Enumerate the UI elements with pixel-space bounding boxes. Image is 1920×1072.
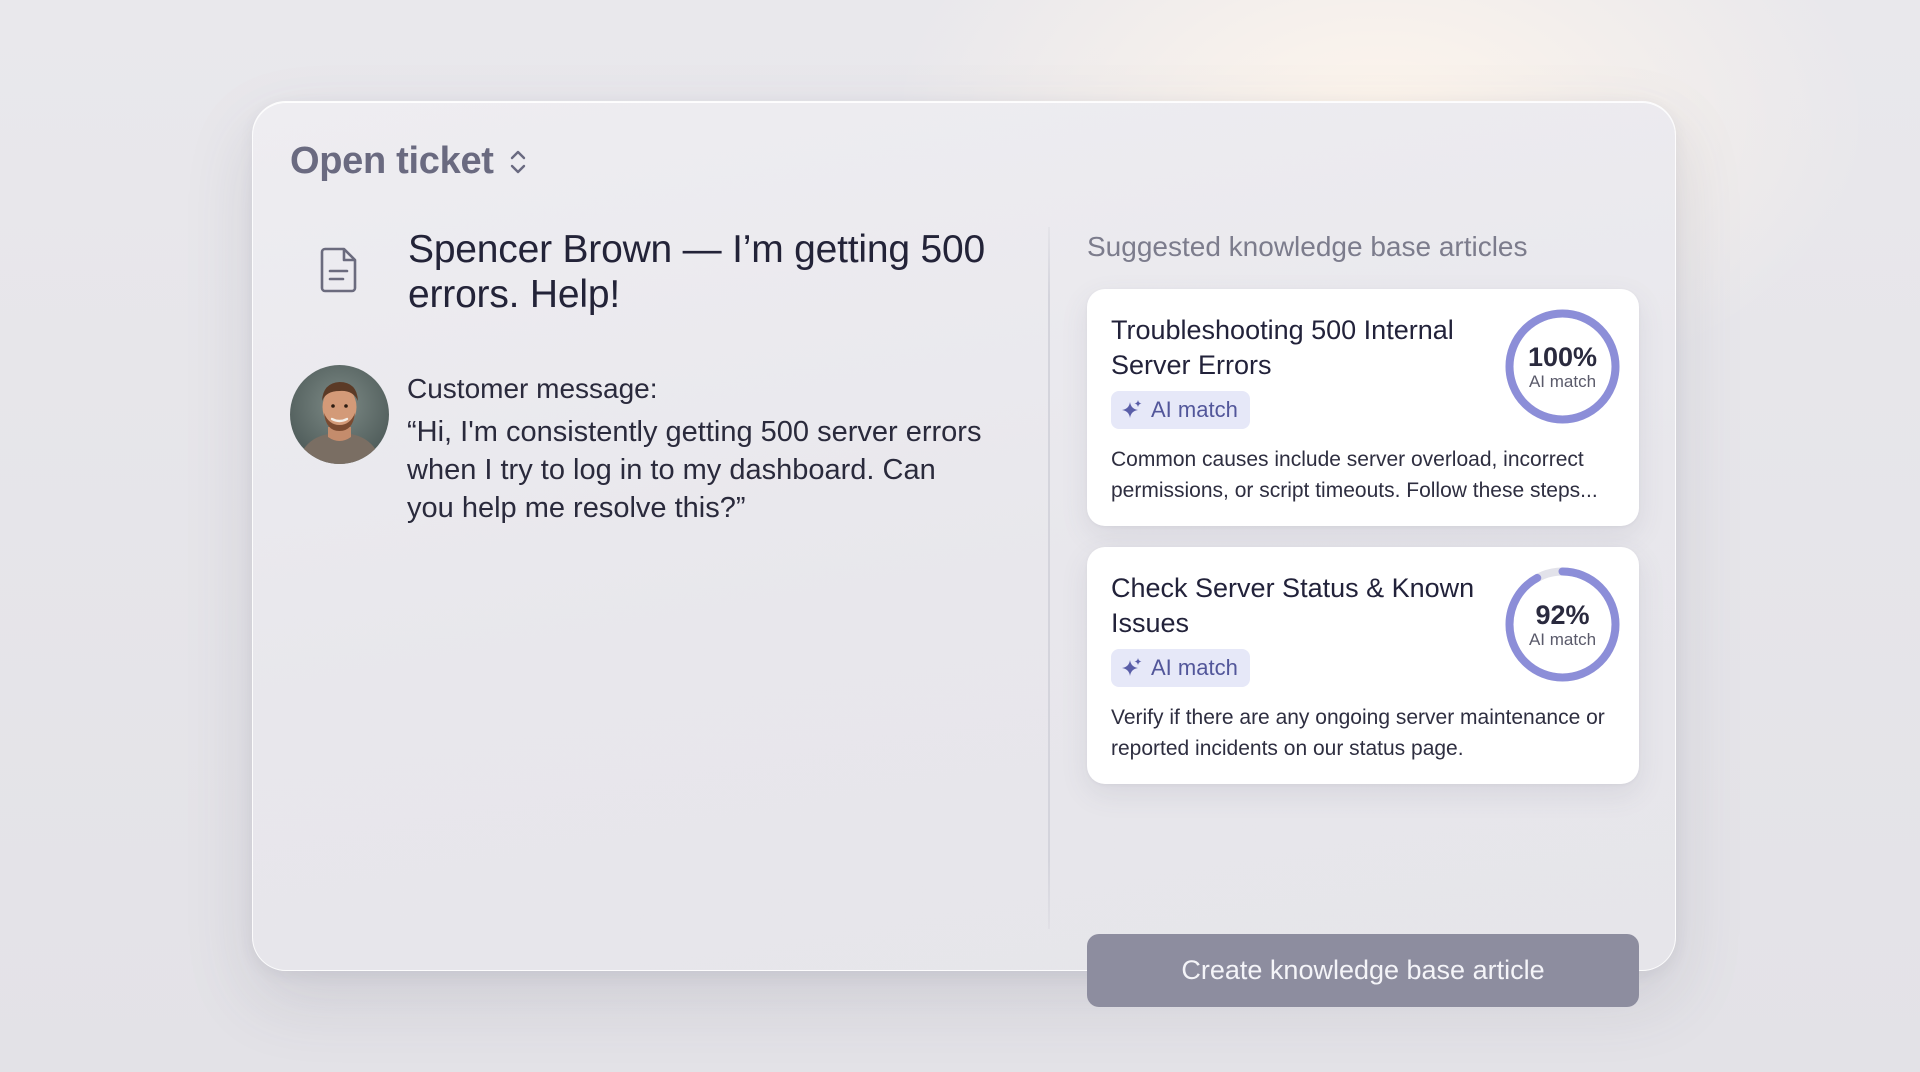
ai-match-badge: AI match bbox=[1111, 649, 1250, 687]
article-description: Verify if there are any ongoing server m… bbox=[1111, 706, 1605, 760]
chevron-up-down-icon bbox=[510, 150, 525, 173]
article-description: Common causes include server overload, i… bbox=[1111, 448, 1598, 502]
ticket-details: Spencer Brown — I’m getting 500 errors. … bbox=[290, 227, 990, 527]
match-score-label: AI match bbox=[1528, 371, 1597, 391]
customer-message-label: Customer message: bbox=[407, 373, 658, 404]
ai-match-badge-label: AI match bbox=[1151, 397, 1238, 422]
ticket-subject: Spencer Brown — I’m getting 500 errors. … bbox=[408, 228, 985, 316]
ai-match-badge-label: AI match bbox=[1151, 655, 1238, 680]
article-card[interactable]: Check Server Status & Known Issues AI ma… bbox=[1087, 547, 1639, 784]
ticket-status-label: Open ticket bbox=[290, 140, 494, 182]
article-card[interactable]: Troubleshooting 500 Internal Server Erro… bbox=[1087, 289, 1639, 526]
match-score-percent: 92% bbox=[1535, 599, 1590, 630]
suggestions-heading: Suggested knowledge base articles bbox=[1087, 231, 1528, 262]
match-score-ring: 100% AI match bbox=[1503, 307, 1622, 426]
article-title: Check Server Status & Known Issues bbox=[1111, 573, 1475, 638]
document-icon bbox=[290, 221, 388, 319]
ticket-subject-row: Spencer Brown — I’m getting 500 errors. … bbox=[290, 227, 990, 319]
sparkle-icon bbox=[1122, 658, 1142, 676]
sparkle-icon bbox=[1122, 400, 1142, 418]
customer-message: Customer message: “Hi, I'm consistently … bbox=[407, 365, 987, 527]
suggestions-column: Suggested knowledge base articles Troubl… bbox=[1087, 227, 1639, 1007]
article-title: Troubleshooting 500 Internal Server Erro… bbox=[1111, 315, 1454, 380]
ticket-status-selector[interactable]: Open ticket bbox=[290, 140, 528, 183]
column-divider bbox=[1048, 227, 1050, 929]
customer-message-text: “Hi, I'm consistently getting 500 server… bbox=[407, 416, 982, 524]
ticket-panel: Open ticket Spencer Brown — I’m getting … bbox=[252, 101, 1676, 1007]
match-score-percent: 100% bbox=[1527, 341, 1598, 372]
match-score-label: AI match bbox=[1528, 629, 1597, 649]
match-score-ring: 92% AI match bbox=[1503, 565, 1622, 684]
avatar bbox=[290, 365, 389, 464]
ai-match-badge: AI match bbox=[1111, 391, 1250, 429]
customer-message-row: Customer message: “Hi, I'm consistently … bbox=[290, 365, 990, 527]
create-article-button[interactable]: Create knowledge base article bbox=[1087, 934, 1639, 1007]
